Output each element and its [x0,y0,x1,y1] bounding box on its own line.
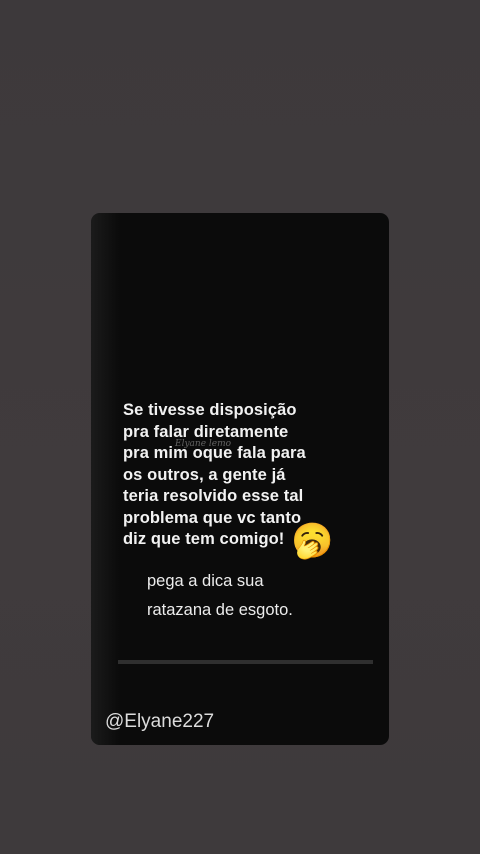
username-handle[interactable]: @Elyane227 [105,711,214,733]
divider-line [118,660,373,664]
story-tip-text: pega a dica sua ratazana de esgoto. [147,572,293,619]
watermark-text: Elyane lemo [175,439,232,449]
yawning-face-icon: 🥱 [291,521,334,561]
story-card: Se tivesse disposição pra falar diretame… [91,213,389,745]
card-shadow [91,213,119,745]
